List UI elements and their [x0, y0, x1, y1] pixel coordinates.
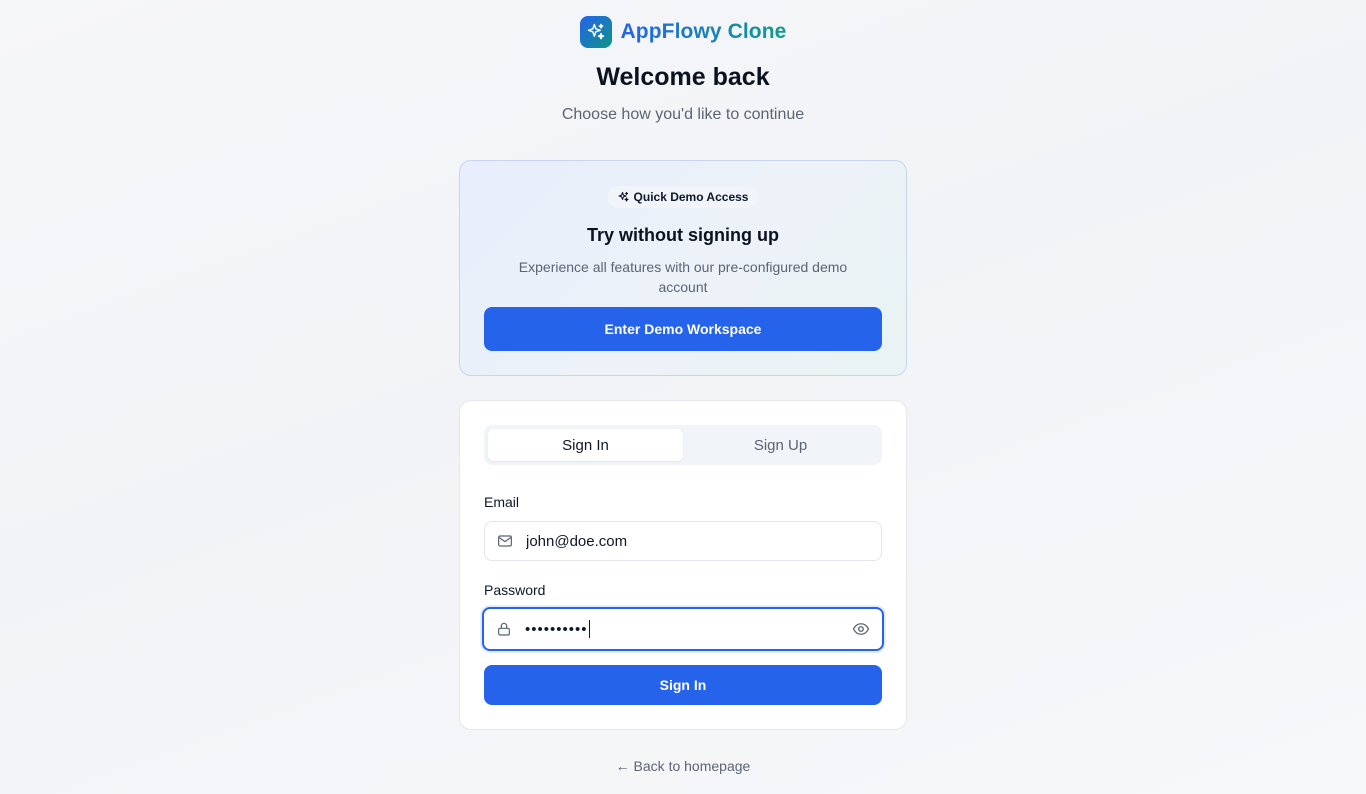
tab-sign-in[interactable]: Sign In	[488, 429, 683, 461]
lock-icon	[496, 621, 512, 637]
auth-tabs: Sign In Sign Up	[484, 425, 882, 465]
brand-name: AppFlowy Clone	[620, 20, 787, 43]
email-input[interactable]	[526, 522, 881, 560]
password-field[interactable]: ••••••••••	[482, 607, 884, 651]
sign-in-button[interactable]: Sign In	[484, 665, 882, 705]
demo-heading: Try without signing up	[587, 225, 779, 245]
text-caret	[588, 620, 590, 638]
tab-sign-up[interactable]: Sign Up	[683, 429, 878, 461]
mail-icon	[497, 533, 513, 549]
email-field[interactable]	[484, 521, 882, 561]
password-label: Password	[484, 582, 546, 598]
email-label: Email	[484, 494, 520, 510]
password-input[interactable]: ••••••••••	[525, 620, 852, 638]
login-page: AppFlowy Clone Welcome back Choose how y…	[0, 0, 1366, 794]
sparkles-icon	[579, 16, 612, 48]
demo-badge-label: Quick Demo Access	[633, 190, 749, 204]
page-title: Welcome back	[596, 63, 770, 91]
sparkles-icon	[618, 191, 630, 203]
password-masked-value: ••••••••••	[525, 620, 588, 638]
demo-access-card: Quick Demo Access Try without signing up…	[459, 160, 907, 376]
demo-description: Experience all features with our pre-con…	[518, 259, 848, 295]
auth-card: Sign In Sign Up Email Password •••	[459, 400, 907, 730]
eye-icon[interactable]	[852, 620, 870, 638]
demo-badge: Quick Demo Access	[607, 186, 759, 208]
brand-header[interactable]: AppFlowy Clone	[0, 16, 1366, 48]
page-subtitle: Choose how you'd like to continue	[561, 106, 805, 123]
back-to-homepage-link[interactable]: ← Back to homepage	[0, 758, 1366, 774]
enter-demo-button[interactable]: Enter Demo Workspace	[484, 307, 882, 351]
